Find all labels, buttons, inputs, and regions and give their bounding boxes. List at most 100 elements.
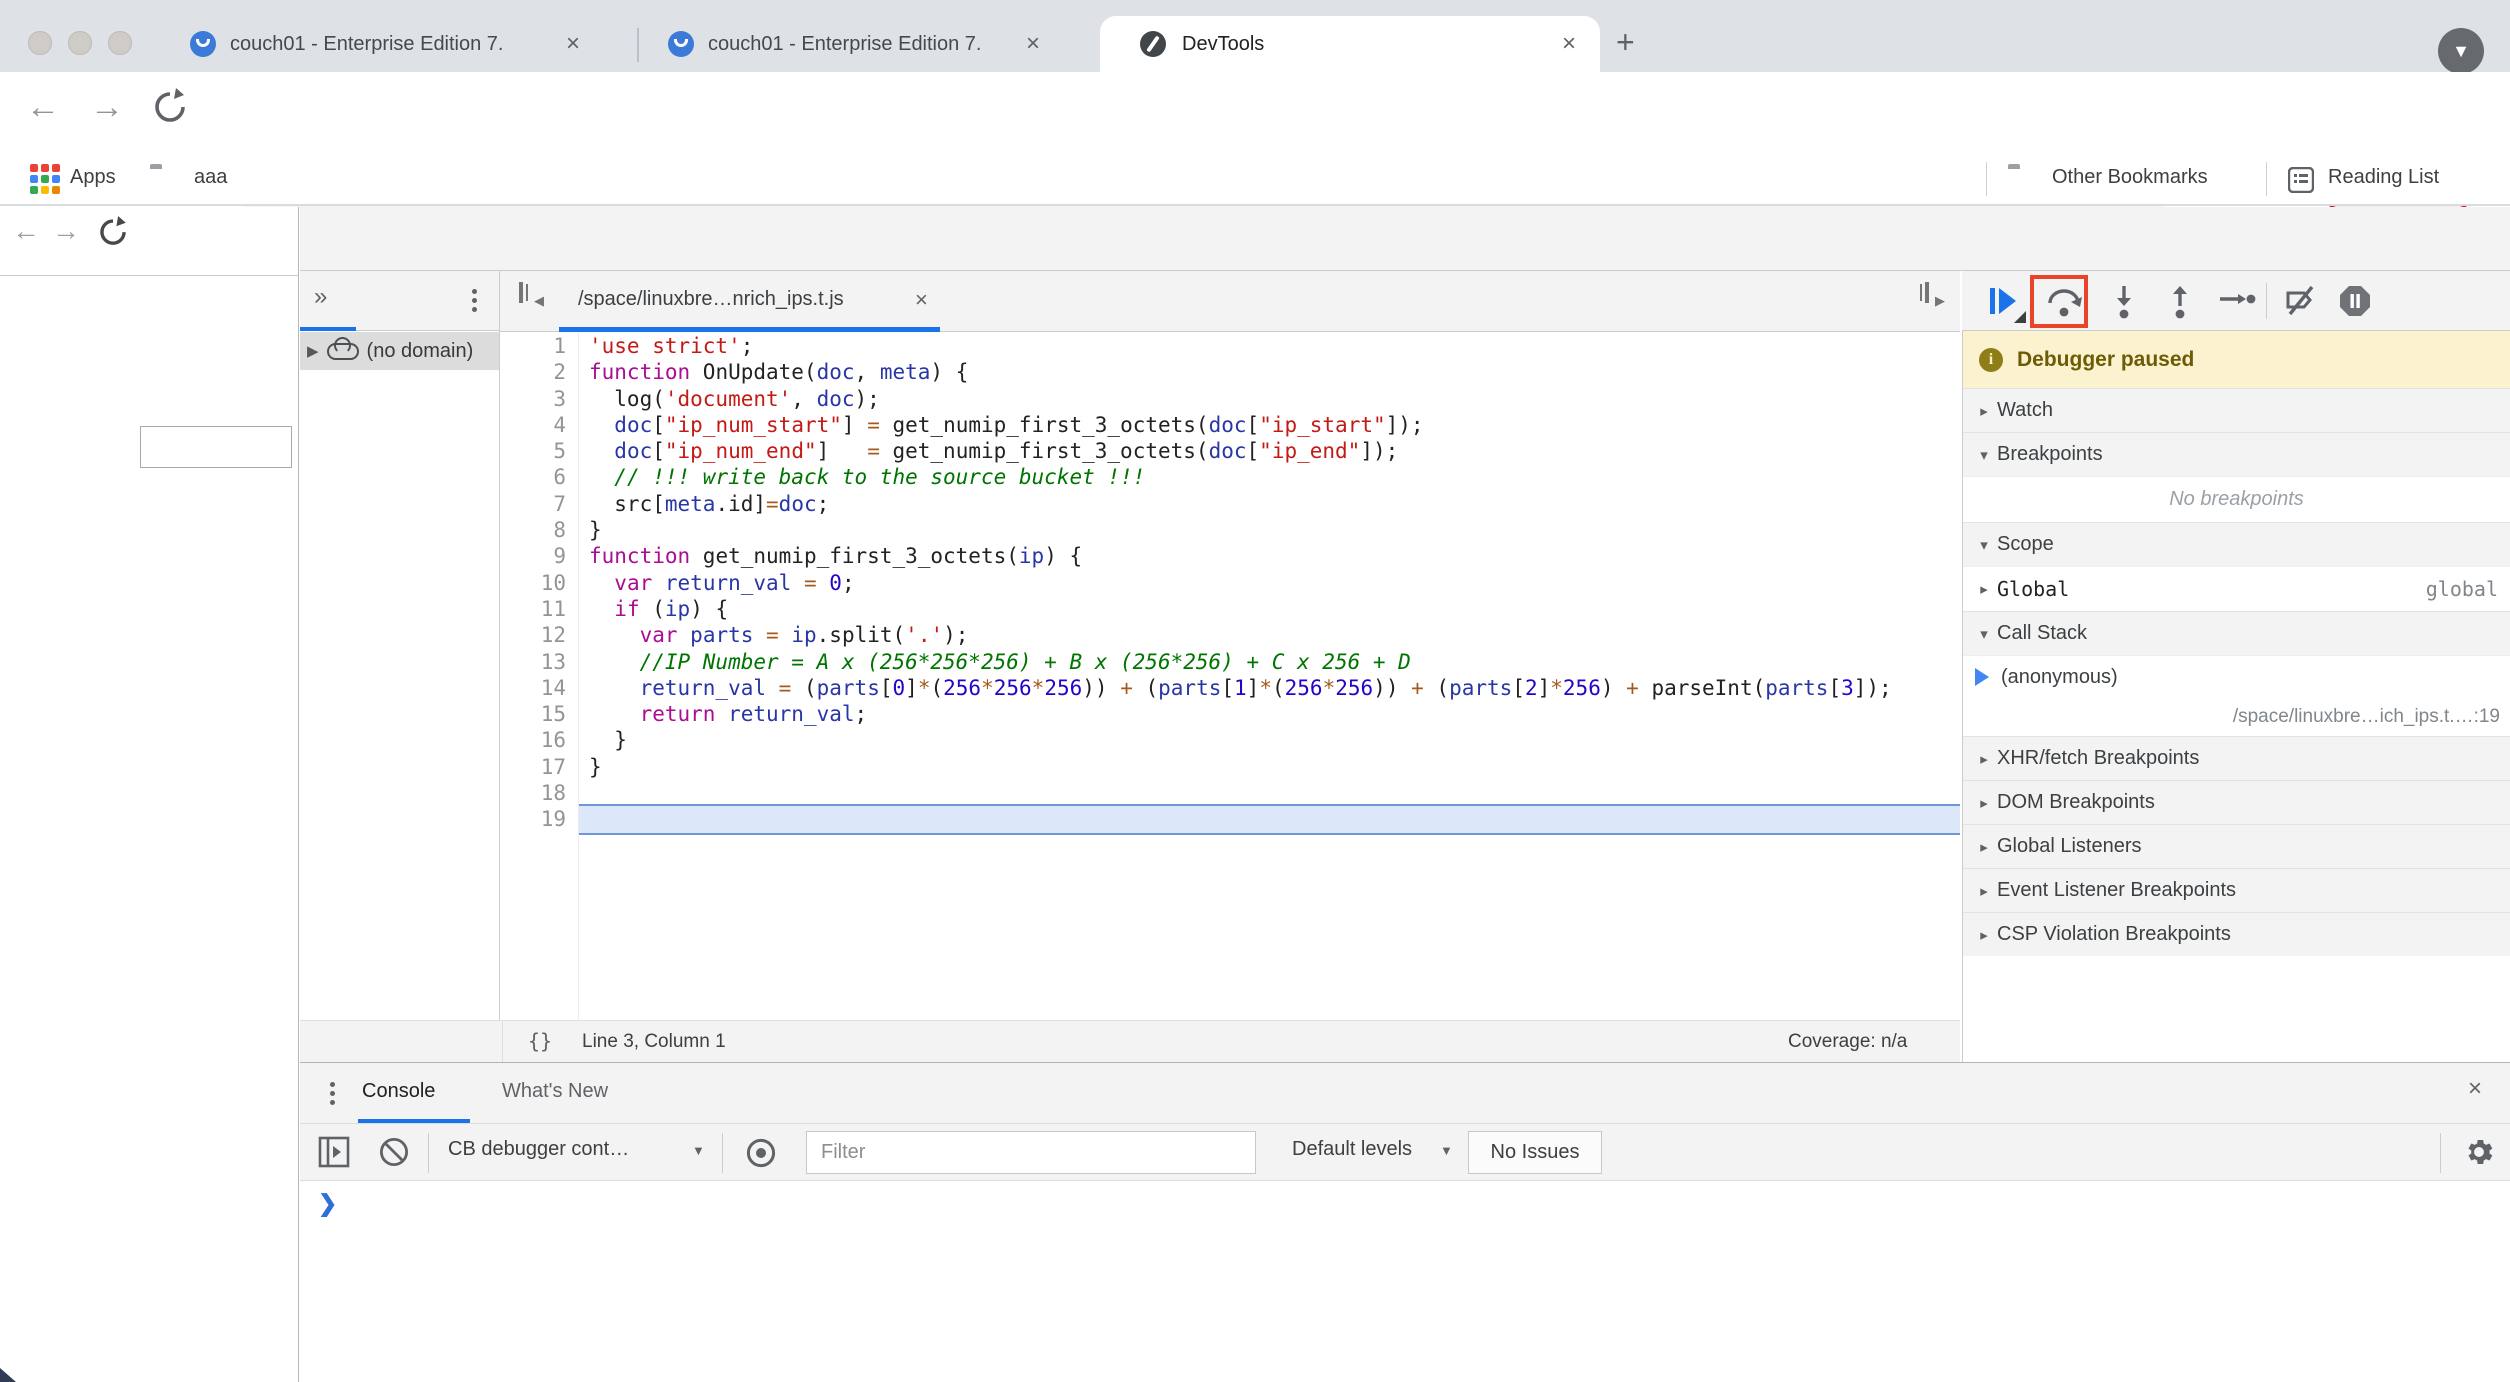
close-tab-icon[interactable]: ×: [1562, 32, 1576, 56]
browser-tab-devtools-active[interactable]: DevTools ×: [1100, 16, 1600, 72]
drawer-tab-whats-new[interactable]: What's New: [502, 1080, 608, 1103]
line-number[interactable]: 3: [500, 386, 578, 412]
sidebar-section-csp-violation-breakpoints[interactable]: ▸ CSP Violation Breakpoints: [1963, 912, 2510, 956]
sidebar-section-breakpoints[interactable]: ▾ Breakpoints: [1963, 432, 2510, 476]
tab-search-icon[interactable]: ▼: [2438, 28, 2484, 74]
reload-icon[interactable]: [150, 86, 190, 130]
sidebar-section-xhr-fetch-breakpoints[interactable]: ▸ XHR/fetch Breakpoints: [1963, 736, 2510, 780]
frame-location[interactable]: /space/linuxbre…ich_ips.t.…:19: [1963, 698, 2510, 736]
window-minimize-button[interactable]: [68, 31, 92, 55]
line-number[interactable]: 14: [500, 675, 578, 701]
drawer-menu-icon[interactable]: [330, 1078, 335, 1109]
code-line-6[interactable]: 6 // !!! write back to the source bucket…: [500, 464, 1960, 490]
line-number[interactable]: 1: [500, 333, 578, 359]
apps-shortcut[interactable]: Apps: [70, 166, 116, 189]
code-line-12[interactable]: 12 var parts = ip.split('.');: [500, 622, 1960, 648]
screencast-reload-icon[interactable]: [96, 214, 130, 252]
forward-icon[interactable]: →: [90, 90, 124, 124]
more-tabs-icon[interactable]: »: [314, 283, 327, 311]
console-sidebar-icon[interactable]: [318, 1136, 350, 1168]
line-number[interactable]: 6: [500, 464, 578, 490]
code-line-18[interactable]: 18: [500, 780, 1960, 806]
line-number[interactable]: 5: [500, 438, 578, 464]
code-line-17[interactable]: 17}: [500, 754, 1960, 780]
pause-on-exceptions-icon[interactable]: [2338, 284, 2372, 318]
filter-input[interactable]: Filter: [806, 1131, 1256, 1174]
new-tab-icon[interactable]: +: [1616, 24, 1635, 61]
line-number[interactable]: 7: [500, 491, 578, 517]
code-line-5[interactable]: 5 doc["ip_num_end"] = get_numip_first_3_…: [500, 438, 1960, 464]
close-tab-icon[interactable]: ×: [1026, 32, 1040, 56]
close-tab-icon[interactable]: ×: [566, 32, 580, 56]
window-zoom-button[interactable]: [108, 31, 132, 55]
step-out-icon[interactable]: [2166, 284, 2194, 320]
line-number[interactable]: 11: [500, 596, 578, 622]
line-number[interactable]: 15: [500, 701, 578, 727]
execution-context-selector[interactable]: CB debugger cont…: [448, 1138, 629, 1161]
file-tab-label[interactable]: /space/linuxbre…nrich_ips.t.js: [578, 288, 844, 311]
log-levels-dropdown[interactable]: Default levels: [1292, 1138, 1412, 1161]
code-line-3[interactable]: 3 log('document', doc);: [500, 386, 1960, 412]
browser-tab-2[interactable]: couch01 - Enterprise Edition 7. ×: [652, 16, 1088, 72]
hide-navigator-icon[interactable]: ◀: [519, 282, 544, 308]
live-expression-eye-icon[interactable]: [744, 1136, 778, 1170]
code-line-8[interactable]: 8}: [500, 517, 1960, 543]
close-drawer-icon[interactable]: ×: [2468, 1075, 2482, 1103]
code-line-11[interactable]: 11 if (ip) {: [500, 596, 1960, 622]
code-line-4[interactable]: 4 doc["ip_num_start"] = get_numip_first_…: [500, 412, 1960, 438]
other-bookmarks[interactable]: Other Bookmarks: [2052, 166, 2208, 189]
sidebar-section-watch[interactable]: ▸ Watch: [1963, 388, 2510, 432]
code-line-13[interactable]: 13 //IP Number = A x (256*256*256) + B x…: [500, 649, 1960, 675]
code-line-15[interactable]: 15 return return_val;: [500, 701, 1960, 727]
sidebar-section-event-listener-breakpoints[interactable]: ▸ Event Listener Breakpoints: [1963, 868, 2510, 912]
code-line-7[interactable]: 7 src[meta.id]=doc;: [500, 491, 1960, 517]
screencast-url-input[interactable]: [140, 426, 292, 468]
line-number[interactable]: 17: [500, 754, 578, 780]
line-number[interactable]: 10: [500, 570, 578, 596]
no-issues-button[interactable]: No Issues: [1468, 1131, 1602, 1174]
line-number[interactable]: 4: [500, 412, 578, 438]
tree-item-no-domain[interactable]: ▶ (no domain): [300, 332, 499, 370]
console-prompt-chevron[interactable]: ❯: [318, 1190, 337, 1217]
sidebar-section-global-listeners[interactable]: ▸ Global Listeners: [1963, 824, 2510, 868]
line-number[interactable]: 8: [500, 517, 578, 543]
console-settings-gear-icon[interactable]: [2462, 1135, 2496, 1169]
line-number[interactable]: 18: [500, 780, 578, 806]
code-line-1[interactable]: 1 'use strict';: [500, 333, 1960, 359]
code-line-14[interactable]: 14 return_val = (parts[0]*(256*256*256))…: [500, 675, 1960, 701]
line-number[interactable]: 12: [500, 622, 578, 648]
scope-name[interactable]: Global: [1997, 577, 2069, 601]
line-number[interactable]: 19: [500, 806, 578, 832]
code-line-16[interactable]: 16 }: [500, 727, 1960, 753]
show-more-icon[interactable]: ▶: [1920, 282, 1945, 308]
back-icon[interactable]: ←: [26, 90, 60, 124]
expand-arrow-icon[interactable]: ▶: [307, 342, 319, 360]
code-line-19[interactable]: 19: [500, 804, 1960, 835]
screencast-back-icon[interactable]: ←: [12, 215, 40, 247]
sidebar-section-scope[interactable]: ▾ Scope: [1963, 522, 2510, 566]
step-into-icon[interactable]: [2110, 284, 2138, 320]
line-number[interactable]: 2: [500, 359, 578, 385]
drawer-tab-console[interactable]: Console: [362, 1080, 435, 1103]
screencast-forward-icon[interactable]: →: [52, 215, 80, 247]
deactivate-breakpoints-icon[interactable]: [2284, 285, 2318, 317]
expand-arrow-icon[interactable]: ▸: [1971, 580, 1997, 598]
step-icon[interactable]: [2218, 289, 2256, 313]
bookmark-folder-aaa[interactable]: aaa: [194, 166, 227, 189]
call-stack-frame[interactable]: (anonymous): [1963, 655, 2510, 698]
scope-item-global[interactable]: ▸ Global global: [1963, 566, 2510, 611]
window-close-button[interactable]: [28, 31, 52, 55]
pretty-print-icon[interactable]: {}: [528, 1029, 552, 1053]
browser-tab-1[interactable]: couch01 - Enterprise Edition 7. ×: [168, 16, 632, 72]
navigator-menu-icon[interactable]: [472, 285, 477, 316]
reading-list[interactable]: Reading List: [2328, 166, 2439, 189]
code-line-9[interactable]: 9 function get_numip_first_3_octets(ip) {: [500, 543, 1960, 569]
clear-console-icon[interactable]: [378, 1136, 410, 1168]
code-line-10[interactable]: 10 var return_val = 0;: [500, 570, 1960, 596]
line-number[interactable]: 13: [500, 649, 578, 675]
close-file-icon[interactable]: ×: [915, 287, 928, 313]
sidebar-section-dom-breakpoints[interactable]: ▸ DOM Breakpoints: [1963, 780, 2510, 824]
line-number[interactable]: 9: [500, 543, 578, 569]
apps-grid-icon[interactable]: [30, 164, 60, 194]
sidebar-section-call-stack[interactable]: ▾ Call Stack: [1963, 611, 2510, 655]
